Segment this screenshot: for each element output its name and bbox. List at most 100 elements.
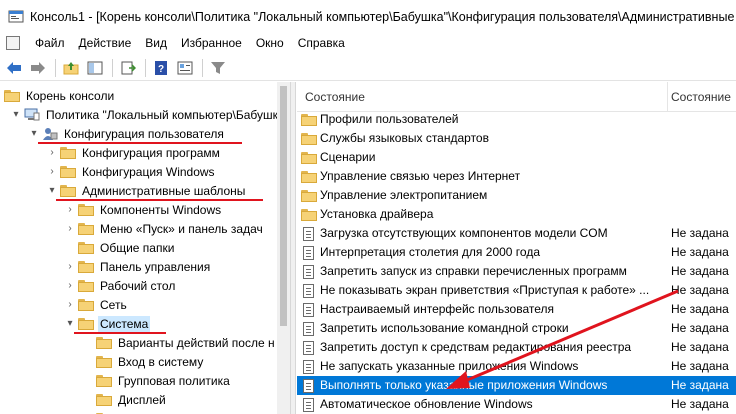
collapsed-chevron-icon[interactable]: › (46, 147, 58, 158)
toolbar-separator (55, 58, 56, 77)
collapsed-chevron-icon[interactable]: › (64, 280, 76, 291)
tree-item-label: Панель управления (100, 259, 211, 274)
tree-item[interactable]: ▾ Политика "Локальный компьютер\Бабушка" (10, 105, 290, 124)
system-menu-icon[interactable] (6, 36, 20, 50)
list-item[interactable]: Запретить использование командной строки… (297, 319, 736, 338)
collapsed-chevron-icon[interactable]: › (64, 261, 76, 272)
list-item-state: Не задана (671, 226, 729, 240)
collapsed-chevron-icon[interactable]: › (64, 223, 76, 234)
tree-item[interactable]: ▾ Система (64, 314, 151, 333)
policy-setting-icon (301, 303, 317, 317)
tree-item[interactable]: Доступ к съемным запомин (82, 409, 273, 414)
tree-item-label: Система (98, 315, 151, 332)
collapsed-chevron-icon[interactable]: › (46, 166, 58, 177)
computer-policy-icon (24, 108, 40, 121)
menu-help[interactable]: Справка (291, 33, 352, 53)
tree-item[interactable]: › Компоненты Windows (64, 200, 223, 219)
list-item-name: Загрузка отсутствующих компонентов модел… (320, 226, 608, 240)
list-item-name: Запретить запуск из справки перечисленны… (320, 264, 627, 278)
list-item[interactable]: Автоматическое обновление Windows Не зада… (297, 395, 736, 414)
export-list-icon[interactable] (117, 57, 139, 79)
expanded-chevron-icon[interactable]: ▾ (10, 109, 22, 120)
pane-splitter[interactable] (290, 82, 296, 414)
tree-item[interactable]: Общие папки (64, 238, 176, 257)
folder-icon (78, 260, 94, 273)
folder-icon (96, 393, 112, 406)
menu-view[interactable]: Вид (138, 33, 174, 53)
list-item-name: Запретить использование командной строки (320, 321, 569, 335)
list-item[interactable]: Установка драйвера (297, 205, 736, 224)
expanded-chevron-icon[interactable]: ▾ (46, 185, 58, 196)
policy-setting-icon (301, 360, 317, 374)
tree-item[interactable]: Дисплей (82, 390, 168, 409)
list-item[interactable]: Запретить доступ к средствам редактирова… (297, 338, 736, 357)
tree-item[interactable]: Варианты действий после н (82, 333, 277, 352)
menu-action[interactable]: Действие (72, 33, 139, 53)
menu-window[interactable]: Окно (249, 33, 291, 53)
list-item[interactable]: Службы языковых стандартов (297, 129, 736, 148)
tree-item[interactable]: › Конфигурация программ (46, 143, 222, 162)
column-header-name[interactable]: Состояние (305, 90, 365, 104)
forward-arrow-icon[interactable] (27, 57, 49, 79)
svg-text:?: ? (158, 64, 164, 75)
expanded-chevron-icon[interactable]: ▾ (64, 318, 76, 329)
list-item[interactable]: Запретить запуск из справки перечисленны… (297, 262, 736, 281)
tree-item-label: Административные шаблоны (82, 183, 246, 198)
show-hide-tree-icon[interactable] (84, 57, 106, 79)
list-item[interactable]: Профили пользователей (297, 110, 736, 129)
list-item[interactable]: Не показывать экран приветствия «Приступ… (297, 281, 736, 300)
tree-item[interactable]: Групповая политика (82, 371, 232, 390)
menu-file[interactable]: Файл (28, 33, 72, 53)
tree-item[interactable]: Корень консоли (4, 86, 116, 105)
tree-item-label: Конфигурация программ (82, 145, 220, 160)
list-item[interactable]: Сценарии (297, 148, 736, 167)
list-item[interactable]: Загрузка отсутствующих компонентов модел… (297, 224, 736, 243)
menu-favorites[interactable]: Избранное (174, 33, 249, 53)
list-item[interactable]: Управление связью через Интернет (297, 167, 736, 186)
folder-icon (301, 151, 317, 164)
tree-item[interactable]: › Меню «Пуск» и панель задач (64, 219, 265, 238)
back-arrow-icon[interactable] (3, 57, 25, 79)
annotation-underline (74, 332, 166, 334)
tree-item[interactable]: ▾ Административные шаблоны (46, 181, 247, 200)
tree-scrollbar-thumb[interactable] (280, 86, 287, 326)
tree-item[interactable]: ▾ Конфигурация пользователя (28, 124, 226, 143)
expanded-chevron-icon[interactable]: ▾ (28, 128, 40, 139)
folder-icon (78, 279, 94, 292)
help-icon[interactable]: ? (150, 57, 172, 79)
folder-icon (96, 336, 112, 349)
list-item-name: Интерпретация столетия для 2000 года (320, 245, 540, 259)
tree-item[interactable]: › Рабочий стол (64, 276, 177, 295)
tree-item-label: Общие папки (100, 240, 175, 255)
list-item-name: Выполнять только указанные приложения Wi… (320, 378, 608, 392)
list-item[interactable]: Интерпретация столетия для 2000 года Не з… (297, 243, 736, 262)
collapsed-chevron-icon[interactable]: › (64, 299, 76, 310)
collapsed-chevron-icon[interactable]: › (64, 204, 76, 215)
folder-icon (78, 298, 94, 311)
tree-item[interactable]: › Панель управления (64, 257, 212, 276)
mmc-console-icon (8, 9, 24, 25)
tree-item[interactable]: Вход в систему (82, 352, 205, 371)
properties-icon[interactable] (174, 57, 196, 79)
list-item[interactable]: Не запускать указанные приложения Window… (297, 357, 736, 376)
list-item[interactable]: Настраиваемый интерфейс пользователя Не з… (297, 300, 736, 319)
column-divider[interactable] (667, 82, 668, 112)
console-tree[interactable]: Корень консоли ▾ Политика "Локальный компь… (0, 82, 290, 414)
up-folder-icon[interactable] (60, 57, 82, 79)
tree-item-label: Сеть (100, 297, 127, 312)
folder-icon (301, 113, 317, 126)
filter-icon[interactable] (207, 57, 229, 79)
tree-scrollbar[interactable] (277, 82, 290, 414)
column-header-state[interactable]: Состояние (671, 90, 731, 104)
list-item-name: Запретить доступ к средствам редактирова… (320, 340, 632, 354)
tree-item[interactable]: › Конфигурация Windows (46, 162, 217, 181)
list-item[interactable]: Выполнять только указанные приложения Wi… (297, 376, 736, 395)
folder-icon (78, 222, 94, 235)
list-item[interactable]: Управление электропитанием (297, 186, 736, 205)
tree-item[interactable]: › Сеть (64, 295, 129, 314)
list-item-state: Не задана (671, 264, 729, 278)
list-item-state: Не задана (671, 245, 729, 259)
tree-item-label: Вход в систему (118, 354, 204, 369)
folder-icon (301, 170, 317, 183)
folder-icon (96, 374, 112, 387)
